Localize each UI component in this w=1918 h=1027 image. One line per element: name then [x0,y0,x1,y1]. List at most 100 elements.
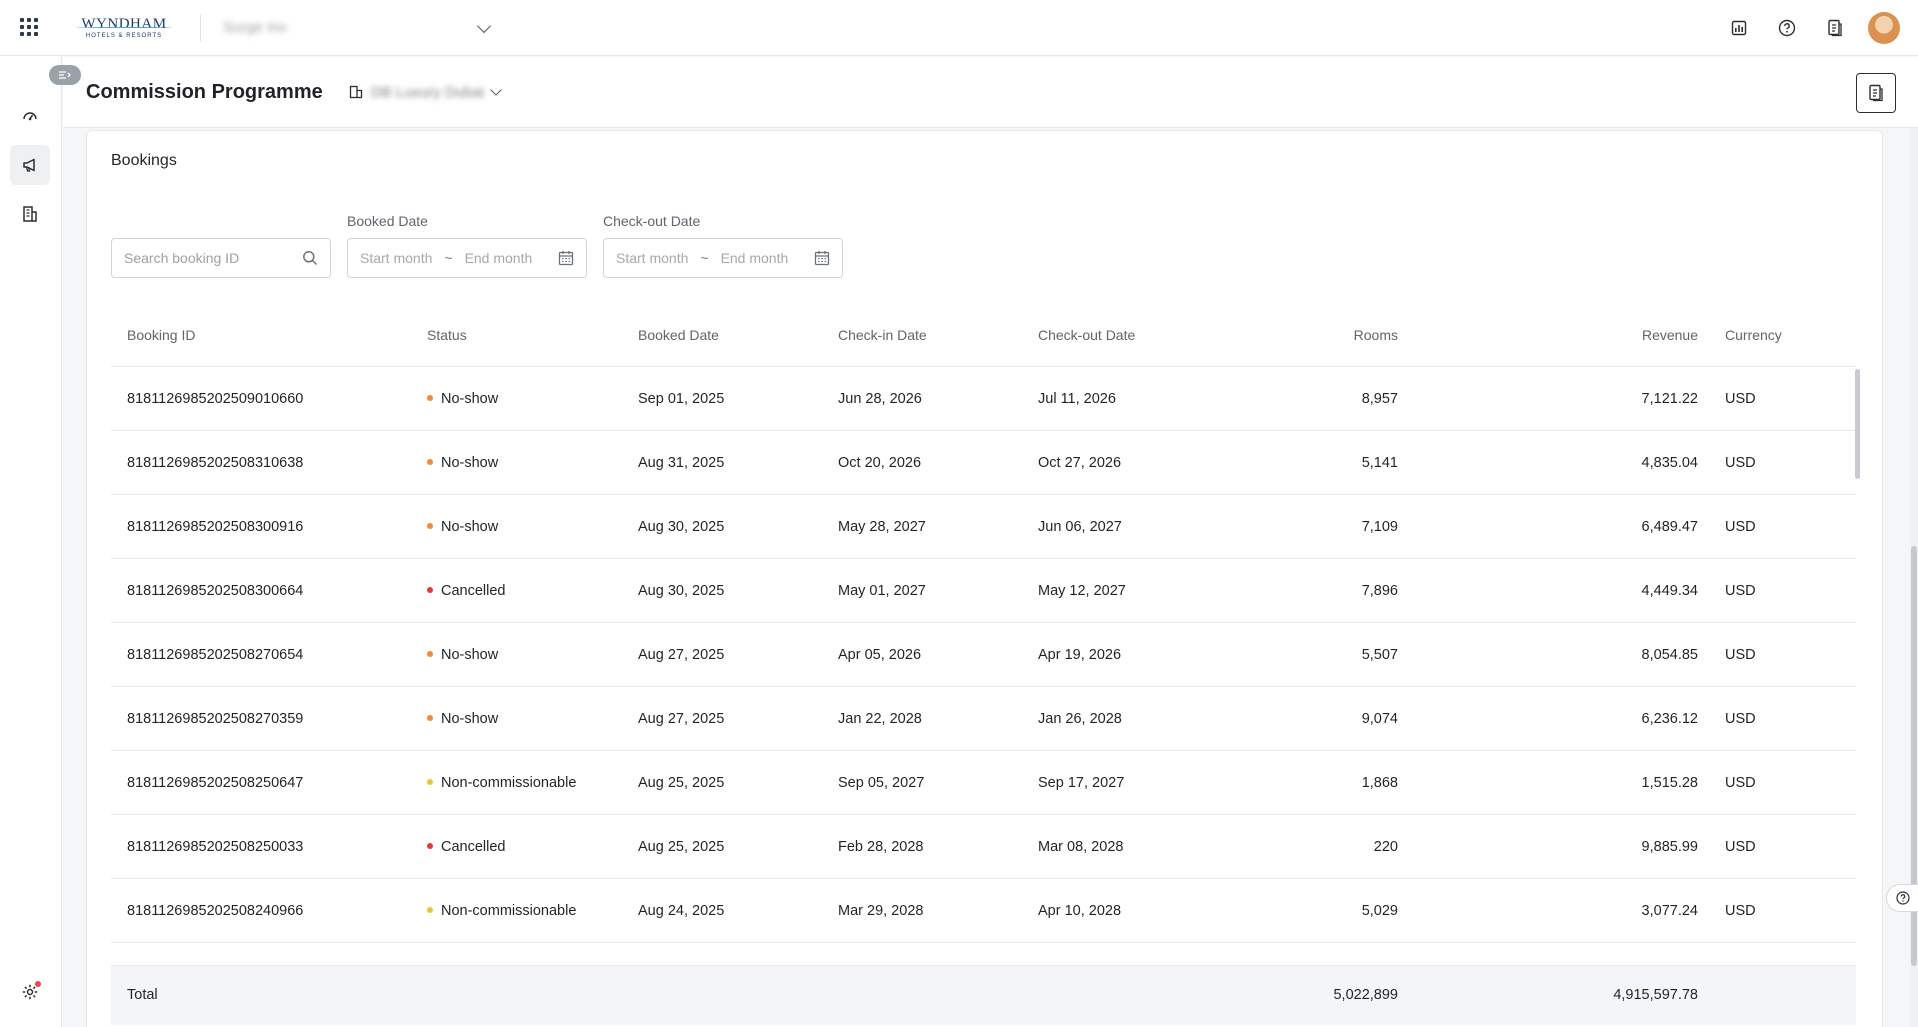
revenue-cell: 8,054.85 [1641,647,1698,663]
currency-cell: USD [1725,647,1756,663]
currency-cell: USD [1725,391,1756,407]
booked-end-month[interactable]: End month [465,250,533,266]
rooms-cell: 5,141 [1361,455,1398,471]
currency-cell: USD [1725,583,1756,599]
currency-cell: USD [1725,519,1756,535]
user-avatar[interactable] [1868,12,1900,44]
checkout-end-month[interactable]: End month [721,250,789,266]
checkin-date-cell: May 28, 2027 [838,519,926,535]
building-icon [349,85,362,99]
checkout-date-cell: Oct 27, 2026 [1038,455,1122,471]
calendar-icon[interactable] [558,250,574,266]
column-header[interactable]: Booked Date [638,327,719,343]
table-row[interactable]: 8181126985202508300916 No-show Aug 30, 202… [111,495,1856,559]
booked-date-cell: Aug 27, 2025 [638,647,725,663]
booked-date-range[interactable]: Start month ~ End month [347,238,587,278]
total-revenue: 4,915,597.78 [1613,987,1698,1003]
apps-grid-icon[interactable] [20,17,40,38]
booking-id-cell: 8181126985202508240966 [127,903,304,919]
table-row[interactable]: 8181126985202509010660 No-show Sep 01, 202… [111,367,1856,431]
column-header[interactable]: Currency [1725,327,1782,343]
search-booking-input[interactable] [124,250,294,266]
settings-icon[interactable] [10,972,50,1012]
currency-cell: USD [1725,455,1756,471]
calendar-icon[interactable] [814,250,830,266]
table-header: Booking ID Status Booked Date Check-in D… [111,303,1856,367]
revenue-cell: 4,449.34 [1641,583,1698,599]
building-icon[interactable] [10,194,50,234]
status-cell: Cancelled [427,583,506,599]
booked-date-cell: Aug 24, 2025 [638,903,725,919]
report-button[interactable] [1856,73,1896,113]
booked-start-month[interactable]: Start month [360,250,432,266]
status-label: No-show [441,647,499,663]
table-scrollbar[interactable] [1854,367,1862,947]
revenue-cell: 1,515.28 [1641,775,1698,791]
brand-subtitle: HOTELS & RESORTS [85,32,163,39]
document-icon[interactable] [1824,17,1846,39]
table-row[interactable]: 8181126985202508270359 No-show Aug 27, 202… [111,687,1856,751]
search-icon[interactable] [302,250,318,266]
status-cell: No-show [427,455,498,471]
column-header[interactable]: Booking ID [127,327,195,343]
topbar-divider [200,13,201,42]
analytics-icon[interactable] [1728,17,1750,39]
currency-cell: USD [1725,903,1756,919]
megaphone-icon[interactable] [10,145,50,185]
wyndham-logo[interactable]: WYNDHAM HOTELS & RESORTS [74,13,174,43]
table-row[interactable]: 8181126985202508310638 No-show Aug 31, 202… [111,431,1856,495]
booking-id-cell: 8181126985202508250647 [127,775,304,791]
search-booking-field[interactable] [111,238,331,278]
table-row[interactable]: 8181126985202508250647 Non-commissionable… [111,751,1856,815]
table-scrollbar-thumb[interactable] [1855,369,1860,479]
status-dot-icon [427,907,433,914]
checkout-date-cell: Mar 08, 2028 [1038,839,1124,855]
page-title: Commission Programme [86,80,323,103]
table-row[interactable]: 8181126985202508270654 No-show Aug 27, 202… [111,623,1856,687]
status-dot-icon [427,651,433,658]
property-select[interactable]: Surge Inc [223,11,495,45]
checkout-date-label: Check-out Date [603,213,701,229]
column-header[interactable]: Rooms [1354,327,1398,343]
booked-date-cell: Aug 25, 2025 [638,839,725,855]
rooms-cell: 7,109 [1361,519,1398,535]
rooms-cell: 8,957 [1361,391,1398,407]
rooms-cell: 5,029 [1361,903,1398,919]
column-header[interactable]: Check-in Date [838,327,927,343]
topbar-actions [1728,0,1900,56]
status-dot-icon [427,715,433,722]
report-icon [1869,84,1883,102]
status-cell: No-show [427,647,498,663]
hotel-select[interactable]: DB Luxury Dubai [349,83,502,101]
table-row[interactable]: 8181126985202508250033 Cancelled Aug 25, 2… [111,815,1856,879]
booking-id-cell: 8181126985202508270654 [127,647,304,663]
booking-id-cell: 8181126985202508310638 [127,455,304,471]
sidebar-collapse-toggle[interactable] [49,65,81,85]
range-separator: ~ [444,250,453,266]
dashboard-icon[interactable] [10,95,50,135]
range-separator: ~ [700,250,709,266]
checkout-date-range[interactable]: Start month ~ End month [603,238,843,278]
table-row[interactable]: 8181126985202508240966 Non-commissionable… [111,879,1856,943]
total-label: Total [127,987,158,1003]
column-header[interactable]: Revenue [1642,327,1698,343]
column-header[interactable]: Status [427,327,467,343]
chevron-down-icon [476,18,492,33]
status-cell: Non-commissionable [427,903,576,919]
status-dot-icon [427,395,433,402]
checkin-date-cell: Mar 29, 2028 [838,903,924,919]
bookings-card: Bookings Booked Date Start month ~ End m… [86,130,1883,1027]
checkin-date-cell: Apr 05, 2026 [838,647,922,663]
checkout-start-month[interactable]: Start month [616,250,688,266]
booking-id-cell: 8181126985202508300916 [127,519,304,535]
rooms-cell: 5,507 [1361,647,1398,663]
property-select-value: Surge Inc [223,19,288,36]
status-label: No-show [441,391,499,407]
help-icon[interactable] [1776,17,1798,39]
checkin-date-cell: Jun 28, 2026 [838,391,922,407]
column-header[interactable]: Check-out Date [1038,327,1135,343]
table-row[interactable]: 8181126985202508300664 Cancelled Aug 30, 2… [111,559,1856,623]
floating-help-button[interactable] [1886,884,1918,912]
hotel-select-value: DB Luxury Dubai [370,83,485,101]
help-icon [1895,891,1910,905]
